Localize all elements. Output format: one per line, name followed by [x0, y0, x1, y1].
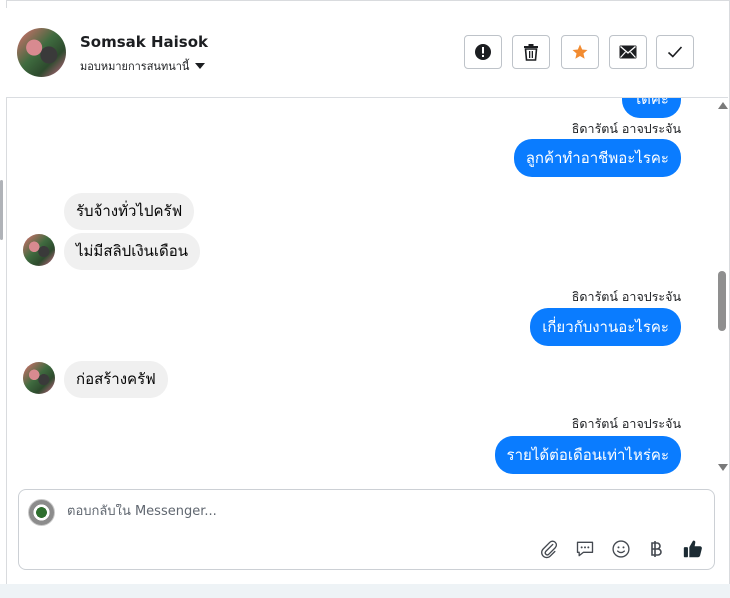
message-bubble-outgoing[interactable]: เกี่ยวกับงานอะไรคะ: [530, 308, 681, 346]
mark-spam-button[interactable]: [464, 35, 502, 69]
star-button[interactable]: [561, 35, 599, 69]
contact-avatar-small[interactable]: [23, 234, 55, 266]
contact-avatar[interactable]: [17, 28, 66, 77]
attach-button[interactable]: [538, 538, 560, 560]
assign-conversation-dropdown[interactable]: มอบหมายการสนทนานี้: [80, 57, 206, 75]
message-bubble-incoming[interactable]: ก่อสร้างครัฟ: [64, 361, 168, 398]
message-bubble-outgoing[interactable]: รายได้ต่อเดือนเท่าไหร่คะ: [494, 436, 681, 474]
star-icon: [572, 44, 588, 59]
mark-done-button[interactable]: [656, 35, 694, 69]
like-button[interactable]: [682, 538, 704, 560]
page-footer-strip: [0, 584, 730, 598]
contact-avatar-small[interactable]: [23, 362, 55, 394]
emoji-button[interactable]: [610, 538, 632, 560]
check-icon: [667, 46, 683, 58]
sender-name: ธิดารัตน์ อาจประจัน: [571, 121, 681, 136]
scroll-thumb[interactable]: [718, 271, 726, 331]
panel-resize-handle[interactable]: [0, 180, 3, 240]
sender-name: ธิดารัตน์ อาจประจัน: [571, 416, 681, 431]
thread-scrollbar[interactable]: [714, 98, 730, 478]
message-bubble-outgoing[interactable]: ลูกค้าทำอาชีพอะไรคะ: [513, 139, 681, 177]
alert-icon: [475, 44, 491, 60]
scroll-down-arrow-icon[interactable]: [718, 464, 728, 471]
caret-down-icon: [195, 63, 206, 69]
message-bubble-incoming[interactable]: ไม่มีสลิปเงินเดือน: [64, 233, 201, 270]
sender-name: ธิดารัตน์ อาจประจัน: [571, 289, 681, 304]
message-thread: ได้คะ ธิดารัตน์ อาจประจัน ลูกค้าทำอาชีพอ…: [6, 98, 728, 478]
thumbs-up-icon: [683, 540, 702, 558]
contact-name[interactable]: Somsak Haisok: [80, 33, 208, 51]
scroll-up-arrow-icon[interactable]: [718, 102, 728, 109]
baht-icon: [651, 541, 662, 557]
payment-button[interactable]: [645, 538, 667, 560]
message-bubble-outgoing[interactable]: ได้คะ: [621, 98, 681, 118]
page-avatar: [28, 499, 55, 526]
saved-replies-button[interactable]: [574, 538, 596, 560]
reply-composer: [18, 489, 715, 570]
message-bubble-incoming[interactable]: รับจ้างทั่วไปครัฟ: [64, 193, 195, 230]
assign-label: มอบหมายการสนทนานี้: [80, 60, 190, 73]
reply-input[interactable]: [67, 504, 567, 519]
smiley-icon: [612, 540, 630, 558]
mark-unread-button[interactable]: [609, 35, 647, 69]
conversation-header: Somsak Haisok มอบหมายการสนทนานี้: [6, 8, 728, 98]
paperclip-icon: [541, 540, 558, 559]
chat-bubble-icon: [576, 541, 594, 557]
mail-icon: [619, 45, 637, 59]
delete-button[interactable]: [512, 35, 550, 69]
trash-icon: [524, 44, 538, 61]
